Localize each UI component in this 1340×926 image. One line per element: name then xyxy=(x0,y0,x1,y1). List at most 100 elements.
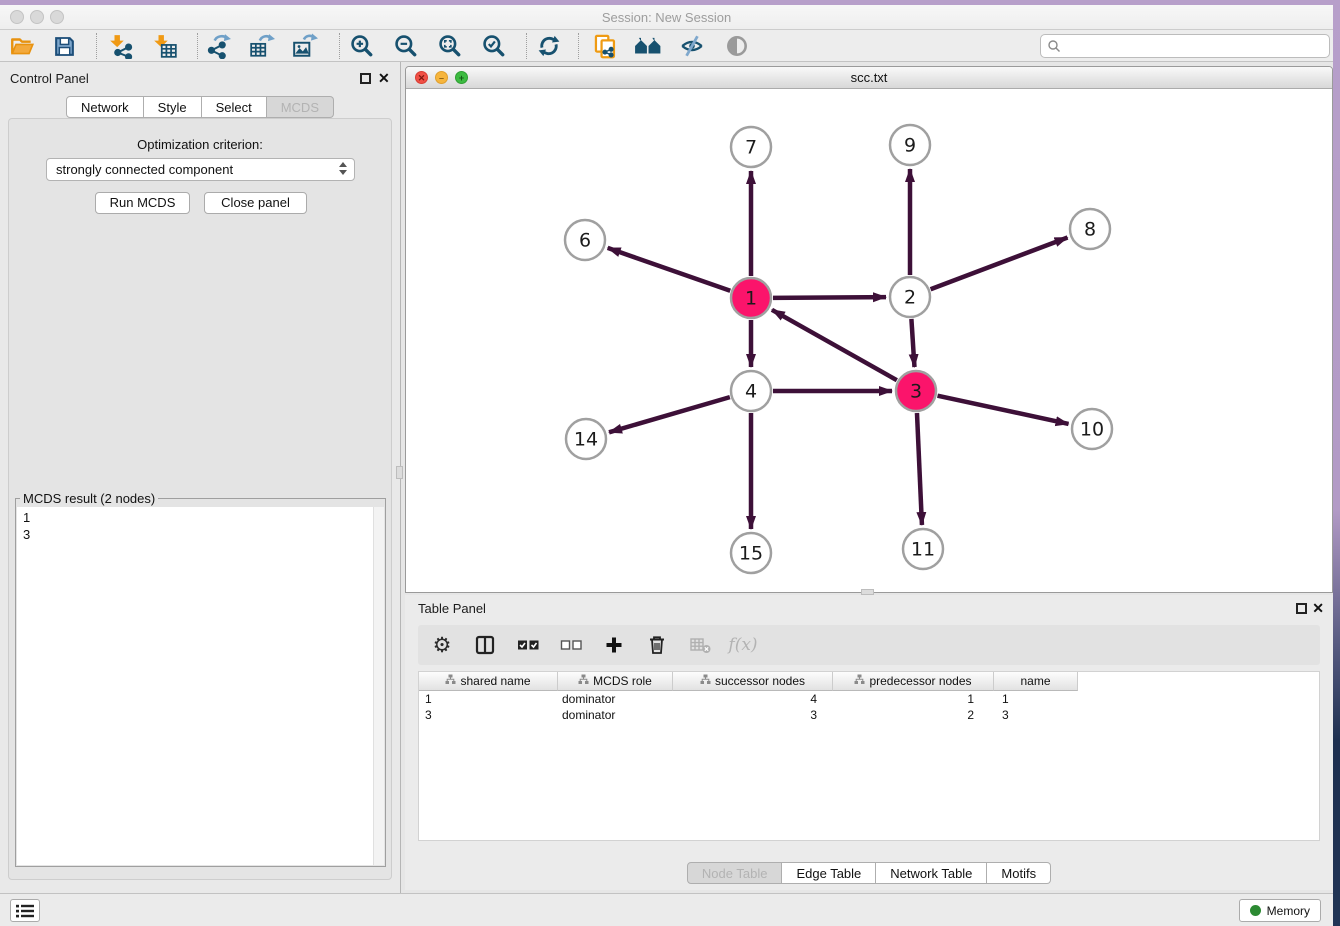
network-window-title: scc.txt xyxy=(406,70,1332,85)
tab-network[interactable]: Network xyxy=(66,96,144,118)
table-cell: 2 xyxy=(833,707,994,723)
tab-select[interactable]: Select xyxy=(202,96,267,118)
graph-edge-1-6[interactable] xyxy=(608,248,731,291)
graph-node-label-9: 9 xyxy=(904,135,916,157)
tab-node-table[interactable]: Node Table xyxy=(687,862,783,884)
run-mcds-button[interactable]: Run MCDS xyxy=(95,192,190,214)
criterion-select[interactable]: strongly connected component xyxy=(46,158,355,181)
select-all-checks-icon[interactable] xyxy=(516,632,540,658)
graph-edge-3-1[interactable] xyxy=(772,310,897,380)
export-image-icon[interactable] xyxy=(288,32,322,60)
zoom-in-icon[interactable] xyxy=(345,32,379,60)
network-window-titlebar[interactable]: ✕ – + scc.txt xyxy=(406,67,1332,89)
graph-edge-3-10[interactable] xyxy=(938,396,1069,424)
column-header-shared-name[interactable]: shared name xyxy=(419,672,558,691)
close-panel-icon[interactable]: ✕ xyxy=(378,72,390,84)
tab-edge-table[interactable]: Edge Table xyxy=(782,862,876,884)
mcds-result-groupbox: MCDS result (2 nodes) 1 3 xyxy=(15,491,386,867)
zoom-out-icon[interactable] xyxy=(389,32,423,60)
status-bar: Memory xyxy=(0,893,1333,926)
tab-network-table[interactable]: Network Table xyxy=(876,862,987,884)
open-file-icon[interactable] xyxy=(5,32,39,60)
tab-mcds[interactable]: MCDS xyxy=(267,96,334,118)
save-session-icon[interactable] xyxy=(47,32,81,60)
search-icon xyxy=(1047,39,1061,53)
import-network-icon[interactable] xyxy=(104,32,138,60)
zoom-fit-icon[interactable] xyxy=(433,32,467,60)
graph-node-label-14: 14 xyxy=(574,429,598,451)
memory-label: Memory xyxy=(1267,904,1310,918)
column-header-MCDS-role[interactable]: MCDS role xyxy=(558,672,673,691)
table-cell: 4 xyxy=(673,691,833,707)
table-cell: dominator xyxy=(558,691,673,707)
show-all-icon[interactable] xyxy=(720,32,754,60)
list-icon xyxy=(15,903,35,919)
column-header-successor-nodes[interactable]: successor nodes xyxy=(673,672,833,691)
desktop-edge-right xyxy=(1333,0,1340,926)
mcds-result-area[interactable]: 1 3 xyxy=(17,507,384,865)
result-scrollbar[interactable] xyxy=(373,507,384,865)
add-column-icon[interactable] xyxy=(602,632,626,658)
table-panel-title: Table Panel xyxy=(418,601,486,616)
graph-node-label-2: 2 xyxy=(904,287,916,309)
table-rows: 1dominator4113dominator323 xyxy=(419,691,1319,723)
titlebar: Session: New Session xyxy=(0,5,1333,30)
select-stepper-icon xyxy=(339,162,347,175)
table-cell: 3 xyxy=(994,707,1078,723)
deselect-all-checks-icon[interactable] xyxy=(559,632,583,658)
tab-motifs[interactable]: Motifs xyxy=(987,862,1051,884)
memory-button[interactable]: Memory xyxy=(1239,899,1321,922)
table-row[interactable]: 3dominator323 xyxy=(419,707,1319,723)
table-close-icon[interactable]: ✕ xyxy=(1312,602,1324,614)
search-input[interactable] xyxy=(1040,34,1330,58)
node-table: shared nameMCDS rolesuccessor nodesprede… xyxy=(418,671,1320,841)
column-header-predecessor-nodes[interactable]: predecessor nodes xyxy=(833,672,994,691)
clone-network-icon[interactable] xyxy=(588,32,622,60)
table-panel: Table Panel ✕ ⚙ f(x) xyxy=(405,595,1333,890)
search-field-wrap xyxy=(1040,34,1330,58)
window-title: Session: New Session xyxy=(0,10,1333,25)
graph-node-label-11: 11 xyxy=(911,539,935,561)
desktop-edge-top xyxy=(0,0,1340,5)
table-row[interactable]: 1dominator411 xyxy=(419,691,1319,707)
control-panel-title: Control Panel xyxy=(10,71,89,86)
optimization-criterion-label: Optimization criterion: xyxy=(9,137,391,152)
export-network-icon[interactable] xyxy=(202,32,236,60)
toggle-columns-icon[interactable] xyxy=(473,632,497,658)
graph-edge-1-2[interactable] xyxy=(773,297,886,298)
graph-edge-2-3[interactable] xyxy=(911,319,914,367)
network-canvas[interactable]: 1234678910111415 xyxy=(406,89,1332,592)
table-cell: 3 xyxy=(673,707,833,723)
tab-style[interactable]: Style xyxy=(144,96,202,118)
export-table-icon[interactable] xyxy=(245,32,279,60)
graph-node-label-8: 8 xyxy=(1084,219,1096,241)
vertical-splitter-grip[interactable] xyxy=(396,466,403,479)
float-panel-icon[interactable] xyxy=(360,73,371,84)
graph-node-label-6: 6 xyxy=(579,230,591,252)
hierarchy-icon xyxy=(700,674,711,688)
column-header-name[interactable]: name xyxy=(994,672,1078,691)
delete-column-icon[interactable] xyxy=(645,632,669,658)
table-cell: 1 xyxy=(994,691,1078,707)
import-table-icon[interactable] xyxy=(148,32,182,60)
graph-edge-4-14[interactable] xyxy=(609,397,730,432)
table-cell: 1 xyxy=(419,691,558,707)
graph-edge-3-11[interactable] xyxy=(917,413,922,525)
network-view-window: ✕ – + scc.txt 1234678910111415 xyxy=(405,66,1333,593)
control-panel: Control Panel ✕ NetworkStyleSelectMCDS O… xyxy=(0,62,401,893)
table-toolbar: ⚙ f(x) xyxy=(418,625,1320,665)
settings-gear-icon[interactable]: ⚙ xyxy=(430,632,454,658)
table-float-icon[interactable] xyxy=(1296,603,1307,614)
graph-edge-2-8[interactable] xyxy=(931,237,1068,289)
memory-status-icon xyxy=(1250,905,1261,916)
task-history-button[interactable] xyxy=(10,899,40,922)
first-neighbors-icon[interactable] xyxy=(631,32,665,60)
hierarchy-icon xyxy=(445,674,456,688)
mcds-result-text: 1 3 xyxy=(17,507,384,545)
refresh-icon[interactable] xyxy=(532,32,566,60)
horizontal-splitter-grip[interactable] xyxy=(861,589,874,595)
close-panel-button[interactable]: Close panel xyxy=(204,192,307,214)
zoom-selected-icon[interactable] xyxy=(477,32,511,60)
hide-selected-icon[interactable] xyxy=(675,32,709,60)
graph-node-label-4: 4 xyxy=(745,381,757,403)
